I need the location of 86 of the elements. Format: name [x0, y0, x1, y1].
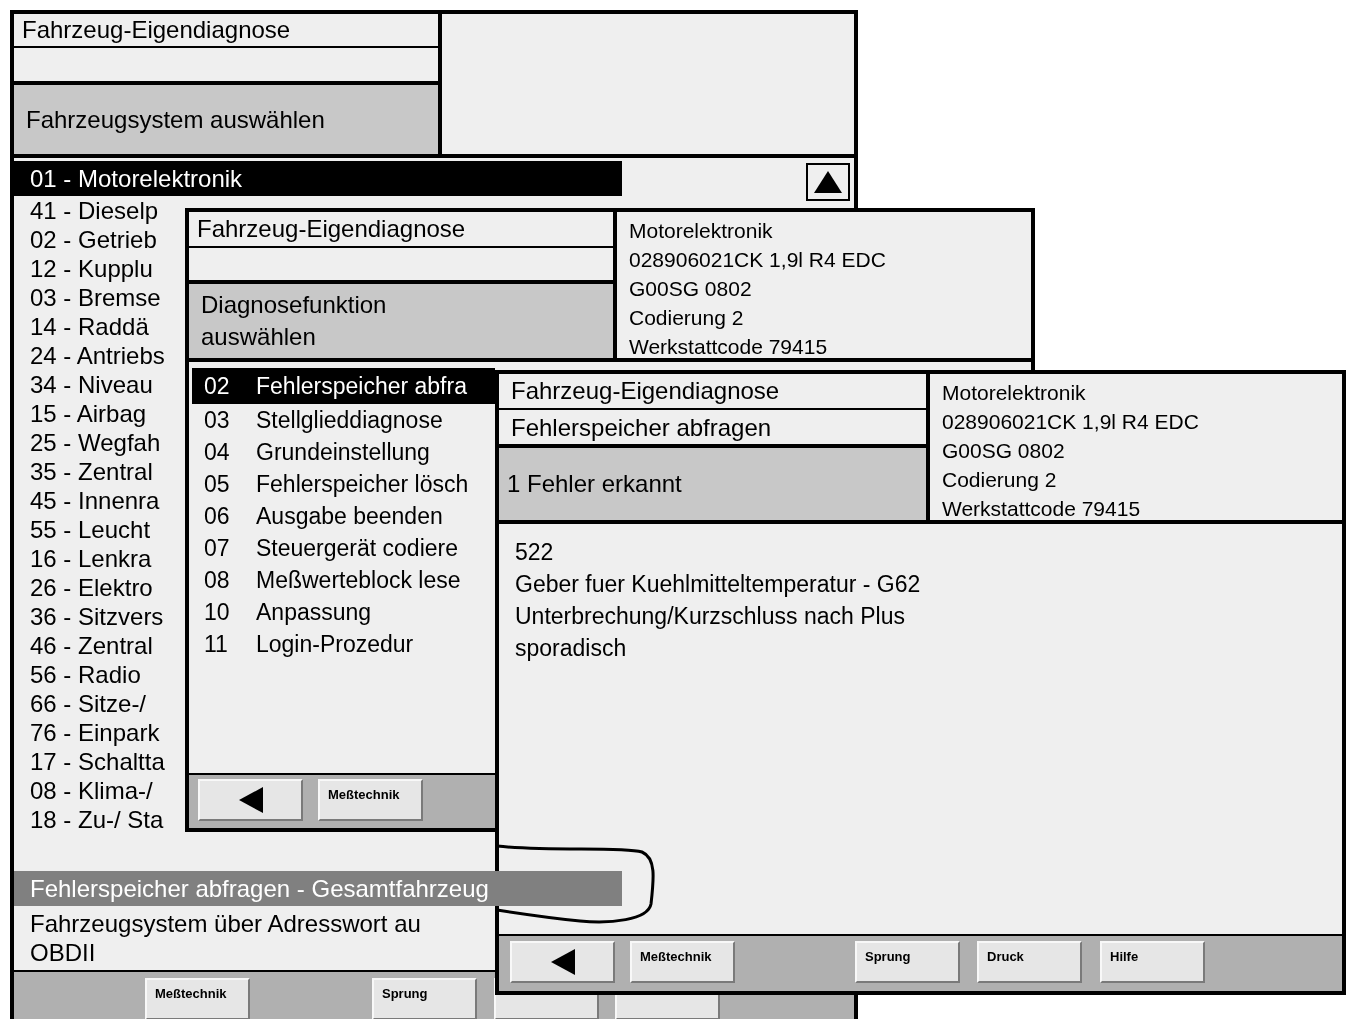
function-item[interactable]: Fahrzeugsystem über Adresswort au	[14, 909, 437, 938]
info-line: G00SG 0802	[942, 438, 1066, 464]
function-row[interactable]: 03 Stellglieddiagnose	[192, 404, 495, 436]
system-item[interactable]: 01 - Motorelektronik	[14, 161, 622, 196]
info-line: Motorelektronik	[942, 380, 1087, 406]
info-line: Werkstattcode 79415	[942, 496, 1142, 522]
screen-heading: Fahrzeugsystem auswählen	[14, 85, 438, 154]
function-label: Ausgabe beenden	[256, 501, 443, 531]
system-item[interactable]: 36 - Sitzvers	[14, 602, 180, 631]
function-code: 03	[204, 405, 231, 435]
system-item[interactable]: 02 - Getrieb	[14, 225, 173, 254]
system-item[interactable]: 03 - Bremse	[14, 283, 177, 312]
screen-heading: Diagnosefunktion auswählen	[201, 290, 388, 352]
function-code: 07	[204, 533, 231, 563]
system-item[interactable]: 46 - Zentral	[14, 631, 169, 660]
fault-line: 522	[515, 538, 554, 567]
function-label: Login-Prozedur	[256, 629, 414, 659]
function-code: 11	[204, 629, 229, 659]
function-item[interactable]: OBDII	[14, 938, 112, 967]
window-title: Fahrzeug-Eigendiagnose	[189, 212, 613, 248]
info-line: Codierung 2	[942, 467, 1058, 493]
system-item[interactable]: 17 - Schaltta	[14, 747, 181, 776]
system-item[interactable]: 55 - Leucht	[14, 515, 167, 544]
system-item[interactable]: 24 - Antriebs	[14, 341, 181, 370]
function-code: 08	[204, 565, 231, 595]
toolbar-button[interactable]: Meßtechnik	[630, 941, 735, 983]
system-item[interactable]: 45 - Innenra	[14, 486, 176, 515]
window-title: Fahrzeug-Eigendiagnose	[14, 14, 438, 48]
toolbar-button[interactable]: Sprung	[855, 941, 960, 983]
left-triangle-icon	[238, 787, 263, 813]
info-line: 028906021CK 1,9l R4 EDC	[942, 409, 1200, 435]
info-line: Werkstattcode 79415	[629, 334, 829, 360]
function-row[interactable]: 05 Fehlerspeicher lösch	[192, 468, 495, 500]
system-item[interactable]: 41 - Dieselp	[14, 196, 175, 225]
screen-heading: 1 Fehler erkannt	[499, 448, 926, 520]
system-item[interactable]: 66 - Sitze-/	[14, 689, 163, 718]
function-row[interactable]: 06 Ausgabe beenden	[192, 500, 495, 532]
back-button[interactable]	[198, 779, 303, 821]
toolbar-button[interactable]: Meßtechnik	[145, 978, 250, 1019]
system-item[interactable]: 15 - Airbag	[14, 399, 163, 428]
function-label: Meßwerteblock lese	[256, 565, 461, 595]
system-item[interactable]: 08 - Klima-/	[14, 776, 169, 805]
function-row[interactable]: 04 Grundeinstellung	[192, 436, 495, 468]
function-label: Grundeinstellung	[256, 437, 430, 467]
function-code: 10	[204, 597, 231, 627]
function-code: 04	[204, 437, 231, 467]
function-label: Anpassung	[256, 597, 372, 627]
info-line: G00SG 0802	[629, 276, 753, 302]
function-code: 06	[204, 501, 231, 531]
system-item[interactable]: 56 - Radio	[14, 660, 157, 689]
info-line: Codierung 2	[629, 305, 745, 331]
toolbar-button[interactable]: Druck	[977, 941, 1082, 983]
system-item[interactable]: 76 - Einpark	[14, 718, 176, 747]
left-triangle-icon	[550, 949, 575, 975]
system-item[interactable]: 18 - Zu-/ Sta	[14, 805, 180, 834]
system-item[interactable]: 16 - Lenkra	[14, 544, 168, 573]
window-title: Fahrzeug-Eigendiagnose	[499, 374, 926, 410]
toolbar-button[interactable]: Sprung	[372, 978, 477, 1019]
function-label: Stellglieddiagnose	[256, 405, 443, 435]
info-line: Motorelektronik	[629, 218, 774, 244]
function-item[interactable]: Fehlerspeicher abfragen - Gesamtfahrzeug	[14, 871, 622, 906]
function-label: Steuergerät codiere	[256, 533, 458, 563]
system-item[interactable]: 35 - Zentral	[14, 457, 169, 486]
scroll-up-button[interactable]	[806, 163, 850, 201]
up-triangle-icon	[814, 171, 842, 193]
system-item[interactable]: 25 - Wegfah	[14, 428, 177, 457]
system-item[interactable]: 14 - Raddä	[14, 312, 165, 341]
toolbar-button[interactable]: Meßtechnik	[318, 779, 423, 821]
function-row[interactable]: 11 Login-Prozedur	[192, 628, 495, 660]
function-label: Fehlerspeicher lösch	[256, 469, 469, 499]
function-row[interactable]: 07 Steuergerät codiere	[192, 532, 495, 564]
system-item[interactable]: 12 - Kupplu	[14, 254, 169, 283]
function-row[interactable]: 08 Meßwerteblock lese	[192, 564, 495, 596]
function-row[interactable]: 02 Fehlerspeicher abfra	[192, 368, 495, 404]
info-line: 028906021CK 1,9l R4 EDC	[629, 247, 887, 273]
function-code: 05	[204, 469, 231, 499]
system-item[interactable]: 26 - Elektro	[14, 573, 169, 602]
fault-line: Geber fuer Kuehlmitteltemperatur - G62	[515, 570, 921, 599]
fault-line: Unterbrechung/Kurzschluss nach Plus	[515, 602, 905, 631]
function-label: Fehlerspeicher abfra	[256, 371, 467, 401]
system-item[interactable]: 34 - Niveau	[14, 370, 169, 399]
fault-line: sporadisch	[515, 634, 627, 663]
function-code: 02	[204, 371, 231, 401]
toolbar-button[interactable]: Hilfe	[1100, 941, 1205, 983]
function-row[interactable]: 10 Anpassung	[192, 596, 495, 628]
back-button[interactable]	[510, 941, 615, 983]
